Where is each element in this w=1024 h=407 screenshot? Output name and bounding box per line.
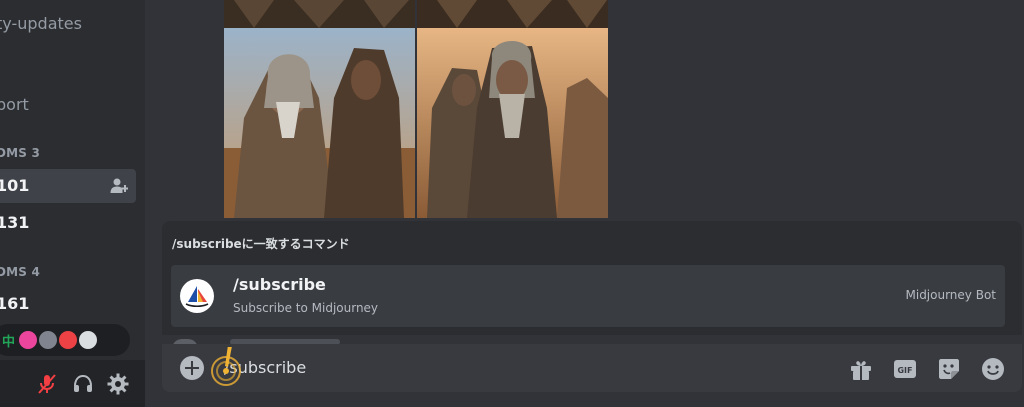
click-highlight-icon bbox=[211, 347, 241, 386]
command-source: Midjourney Bot bbox=[905, 288, 997, 302]
sidebar-room-161[interactable]: 161 bbox=[0, 287, 136, 321]
category-dms-3[interactable]: DMS 3 bbox=[0, 146, 40, 160]
autocomplete-header: /subscribeに一致するコマンド bbox=[172, 237, 350, 251]
room-label: 161 bbox=[0, 294, 30, 313]
gift-icon[interactable] bbox=[848, 356, 874, 382]
avatar bbox=[59, 331, 77, 349]
avatar bbox=[79, 331, 97, 349]
channel-support[interactable]: port bbox=[0, 95, 29, 114]
avatar bbox=[39, 331, 57, 349]
image-tile[interactable] bbox=[417, 0, 608, 28]
headphones-icon[interactable] bbox=[72, 373, 94, 395]
room-label: 131 bbox=[0, 213, 30, 232]
sticker-icon[interactable] bbox=[936, 356, 962, 382]
user-panel bbox=[0, 360, 145, 407]
image-tile[interactable] bbox=[224, 0, 415, 28]
mic-muted-icon[interactable] bbox=[36, 373, 58, 395]
channel-updates[interactable]: ty-updates bbox=[0, 14, 82, 33]
invite-user-icon[interactable] bbox=[110, 177, 128, 195]
channel-sidebar: ty-updates port DMS 3 101 131 DMS 4 161 … bbox=[0, 0, 145, 407]
image-tile[interactable] bbox=[417, 28, 608, 218]
command-option-subscribe[interactable]: /subscribe Subscribe to Midjourney Midjo… bbox=[171, 265, 1005, 327]
avatar bbox=[19, 331, 37, 349]
add-attachment-button[interactable] bbox=[180, 356, 204, 380]
image-tile[interactable] bbox=[224, 28, 415, 218]
message-composer: /subscribe GIF bbox=[162, 344, 1022, 392]
gif-icon[interactable]: GIF bbox=[892, 356, 918, 382]
voice-badge: 中 bbox=[2, 335, 16, 350]
room-label: 101 bbox=[0, 176, 30, 195]
sidebar-room-101[interactable]: 101 bbox=[0, 169, 136, 203]
midjourney-logo-icon bbox=[180, 279, 214, 313]
command-description: Subscribe to Midjourney bbox=[233, 301, 379, 315]
category-dms-4[interactable]: DMS 4 bbox=[0, 265, 40, 279]
sidebar-room-131[interactable]: 131 bbox=[0, 206, 136, 240]
command-name: /subscribe bbox=[233, 275, 326, 294]
emoji-icon[interactable] bbox=[980, 356, 1006, 382]
gear-icon[interactable] bbox=[107, 373, 129, 395]
generated-image-grid[interactable] bbox=[224, 0, 608, 218]
voice-participants[interactable]: 中 bbox=[0, 324, 130, 356]
svg-text:GIF: GIF bbox=[897, 366, 912, 375]
command-autocomplete: /subscribeに一致するコマンド /subscribe Subscribe… bbox=[162, 221, 1022, 335]
